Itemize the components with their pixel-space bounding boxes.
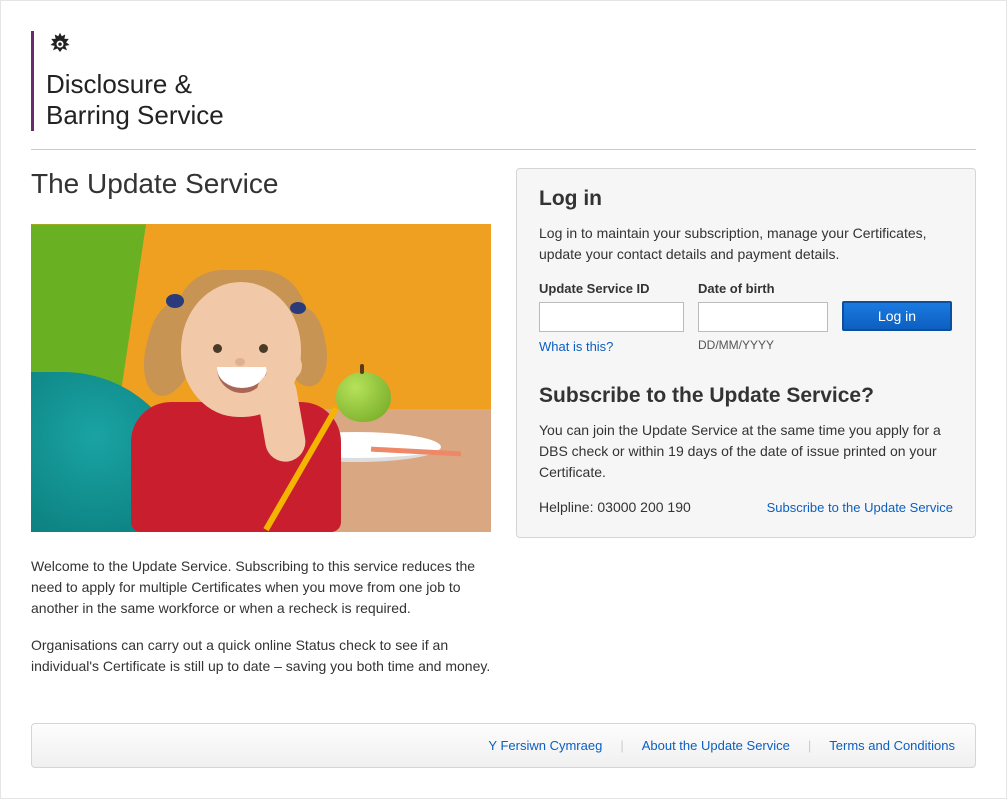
subscribe-heading: Subscribe to the Update Service?: [539, 384, 953, 408]
intro-paragraph-2: Organisations can carry out a quick onli…: [31, 635, 496, 677]
subscribe-link[interactable]: Subscribe to the Update Service: [767, 500, 953, 515]
helpline-text: Helpline: 03000 200 190: [539, 499, 691, 515]
hero-image: [31, 224, 491, 532]
update-service-id-input[interactable]: [539, 302, 684, 332]
crown-crest-icon: [46, 31, 74, 59]
date-of-birth-input[interactable]: [698, 302, 828, 332]
update-service-id-label: Update Service ID: [539, 281, 684, 296]
login-heading: Log in: [539, 187, 953, 211]
intro-paragraph-1: Welcome to the Update Service. Subscribi…: [31, 556, 496, 619]
brand-line1: Disclosure &: [46, 69, 224, 100]
page-title: The Update Service: [31, 168, 496, 200]
logo-accent-bar: [31, 31, 34, 131]
what-is-this-link[interactable]: What is this?: [539, 339, 613, 354]
logo: Disclosure & Barring Service: [31, 31, 976, 131]
dob-format-hint: DD/MM/YYYY: [698, 338, 828, 354]
footer-welsh-link[interactable]: Y Fersiwn Cymraeg: [488, 738, 602, 753]
date-of-birth-label: Date of birth: [698, 281, 828, 296]
site-header: Disclosure & Barring Service: [31, 21, 976, 150]
footer-separator: |: [620, 738, 623, 753]
login-description: Log in to maintain your subscription, ma…: [539, 223, 953, 265]
footer: Y Fersiwn Cymraeg | About the Update Ser…: [31, 723, 976, 768]
brand-line2: Barring Service: [46, 100, 224, 131]
footer-about-link[interactable]: About the Update Service: [642, 738, 790, 753]
login-button[interactable]: Log in: [842, 301, 952, 331]
footer-terms-link[interactable]: Terms and Conditions: [829, 738, 955, 753]
login-subscribe-panel: Log in Log in to maintain your subscript…: [516, 168, 976, 538]
subscribe-description: You can join the Update Service at the s…: [539, 420, 953, 483]
footer-separator: |: [808, 738, 811, 753]
